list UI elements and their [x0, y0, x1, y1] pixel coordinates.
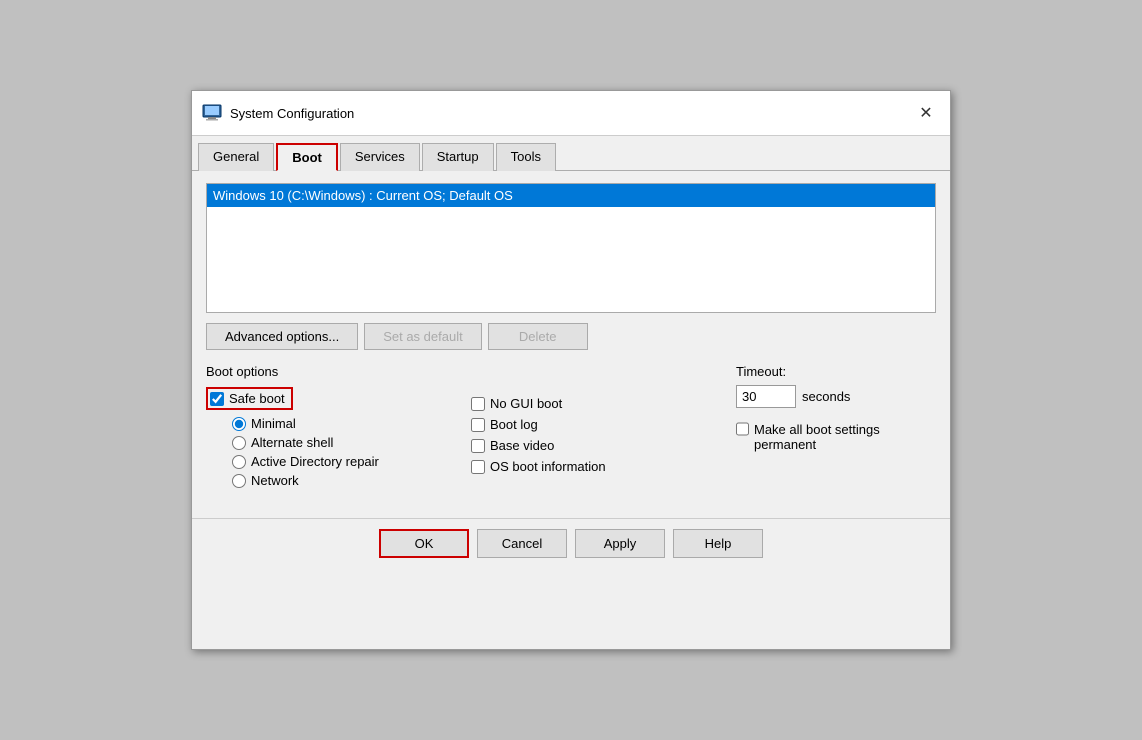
timeout-row: seconds: [736, 385, 936, 408]
tab-general[interactable]: General: [198, 143, 274, 171]
window-title: System Configuration: [230, 106, 354, 121]
permanent-checkbox[interactable]: [736, 422, 749, 436]
title-bar-left: System Configuration: [202, 104, 354, 122]
boot-log-checkbox[interactable]: [471, 418, 485, 432]
radio-alternate-shell-input[interactable]: [232, 436, 246, 450]
advanced-options-button[interactable]: Advanced options...: [206, 323, 358, 350]
boot-log-label: Boot log: [490, 417, 538, 432]
base-video-row: Base video: [471, 438, 736, 453]
radio-network: Network: [232, 473, 471, 488]
boot-options-label: Boot options: [206, 364, 471, 379]
os-boot-info-label: OS boot information: [490, 459, 606, 474]
ok-button[interactable]: OK: [379, 529, 469, 558]
help-button[interactable]: Help: [673, 529, 763, 558]
base-video-label: Base video: [490, 438, 554, 453]
safe-boot-radio-group: Minimal Alternate shell Active Directory…: [232, 416, 471, 488]
boot-checkboxes: No GUI boot Boot log Base video OS boot …: [471, 396, 736, 474]
title-bar: System Configuration ✕: [192, 91, 950, 136]
tab-tools[interactable]: Tools: [496, 143, 556, 171]
safe-boot-row: Safe boot: [206, 387, 471, 410]
delete-button[interactable]: Delete: [488, 323, 588, 350]
tab-boot[interactable]: Boot: [276, 143, 338, 171]
base-video-checkbox[interactable]: [471, 439, 485, 453]
system-configuration-window: System Configuration ✕ General Boot Serv…: [191, 90, 951, 650]
radio-alternate-shell: Alternate shell: [232, 435, 471, 450]
radio-active-directory-input[interactable]: [232, 455, 246, 469]
radio-minimal-input[interactable]: [232, 417, 246, 431]
radio-network-input[interactable]: [232, 474, 246, 488]
radio-alternate-shell-label: Alternate shell: [251, 435, 333, 450]
apply-button[interactable]: Apply: [575, 529, 665, 558]
timeout-label: Timeout:: [736, 364, 936, 379]
timeout-unit: seconds: [802, 389, 850, 404]
os-list-item[interactable]: Windows 10 (C:\Windows) : Current OS; De…: [207, 184, 935, 207]
radio-minimal: Minimal: [232, 416, 471, 431]
boot-options-left: Boot options Safe boot Minimal: [206, 364, 471, 496]
radio-active-directory: Active Directory repair: [232, 454, 471, 469]
set-default-button[interactable]: Set as default: [364, 323, 482, 350]
safe-boot-checkbox[interactable]: [210, 392, 224, 406]
os-list-box[interactable]: Windows 10 (C:\Windows) : Current OS; De…: [206, 183, 936, 313]
no-gui-checkbox[interactable]: [471, 397, 485, 411]
safe-boot-label: Safe boot: [229, 391, 285, 406]
os-boot-info-row: OS boot information: [471, 459, 736, 474]
tab-bar: General Boot Services Startup Tools: [192, 136, 950, 171]
tab-services[interactable]: Services: [340, 143, 420, 171]
tab-startup[interactable]: Startup: [422, 143, 494, 171]
cancel-button[interactable]: Cancel: [477, 529, 567, 558]
boot-options-right: Timeout: seconds Make all boot settings …: [736, 364, 936, 496]
boot-checkboxes-col: No GUI boot Boot log Base video OS boot …: [471, 364, 736, 496]
action-button-row: Advanced options... Set as default Delet…: [206, 323, 936, 350]
permanent-label: Make all boot settings permanent: [754, 422, 906, 452]
close-button[interactable]: ✕: [912, 99, 940, 127]
boot-log-row: Boot log: [471, 417, 736, 432]
radio-network-label: Network: [251, 473, 299, 488]
boot-options-panel: Boot options Safe boot Minimal: [206, 364, 936, 496]
safe-boot-highlight: Safe boot: [206, 387, 293, 410]
permanent-row: Make all boot settings permanent: [736, 422, 906, 452]
timeout-input[interactable]: [736, 385, 796, 408]
no-gui-label: No GUI boot: [490, 396, 562, 411]
os-boot-info-checkbox[interactable]: [471, 460, 485, 474]
tab-content: Windows 10 (C:\Windows) : Current OS; De…: [192, 171, 950, 508]
no-gui-row: No GUI boot: [471, 396, 736, 411]
timeout-section: Timeout: seconds: [736, 364, 936, 408]
dialog-footer: OK Cancel Apply Help: [192, 518, 950, 568]
radio-minimal-label: Minimal: [251, 416, 296, 431]
radio-active-directory-label: Active Directory repair: [251, 454, 379, 469]
window-icon: [202, 104, 222, 122]
